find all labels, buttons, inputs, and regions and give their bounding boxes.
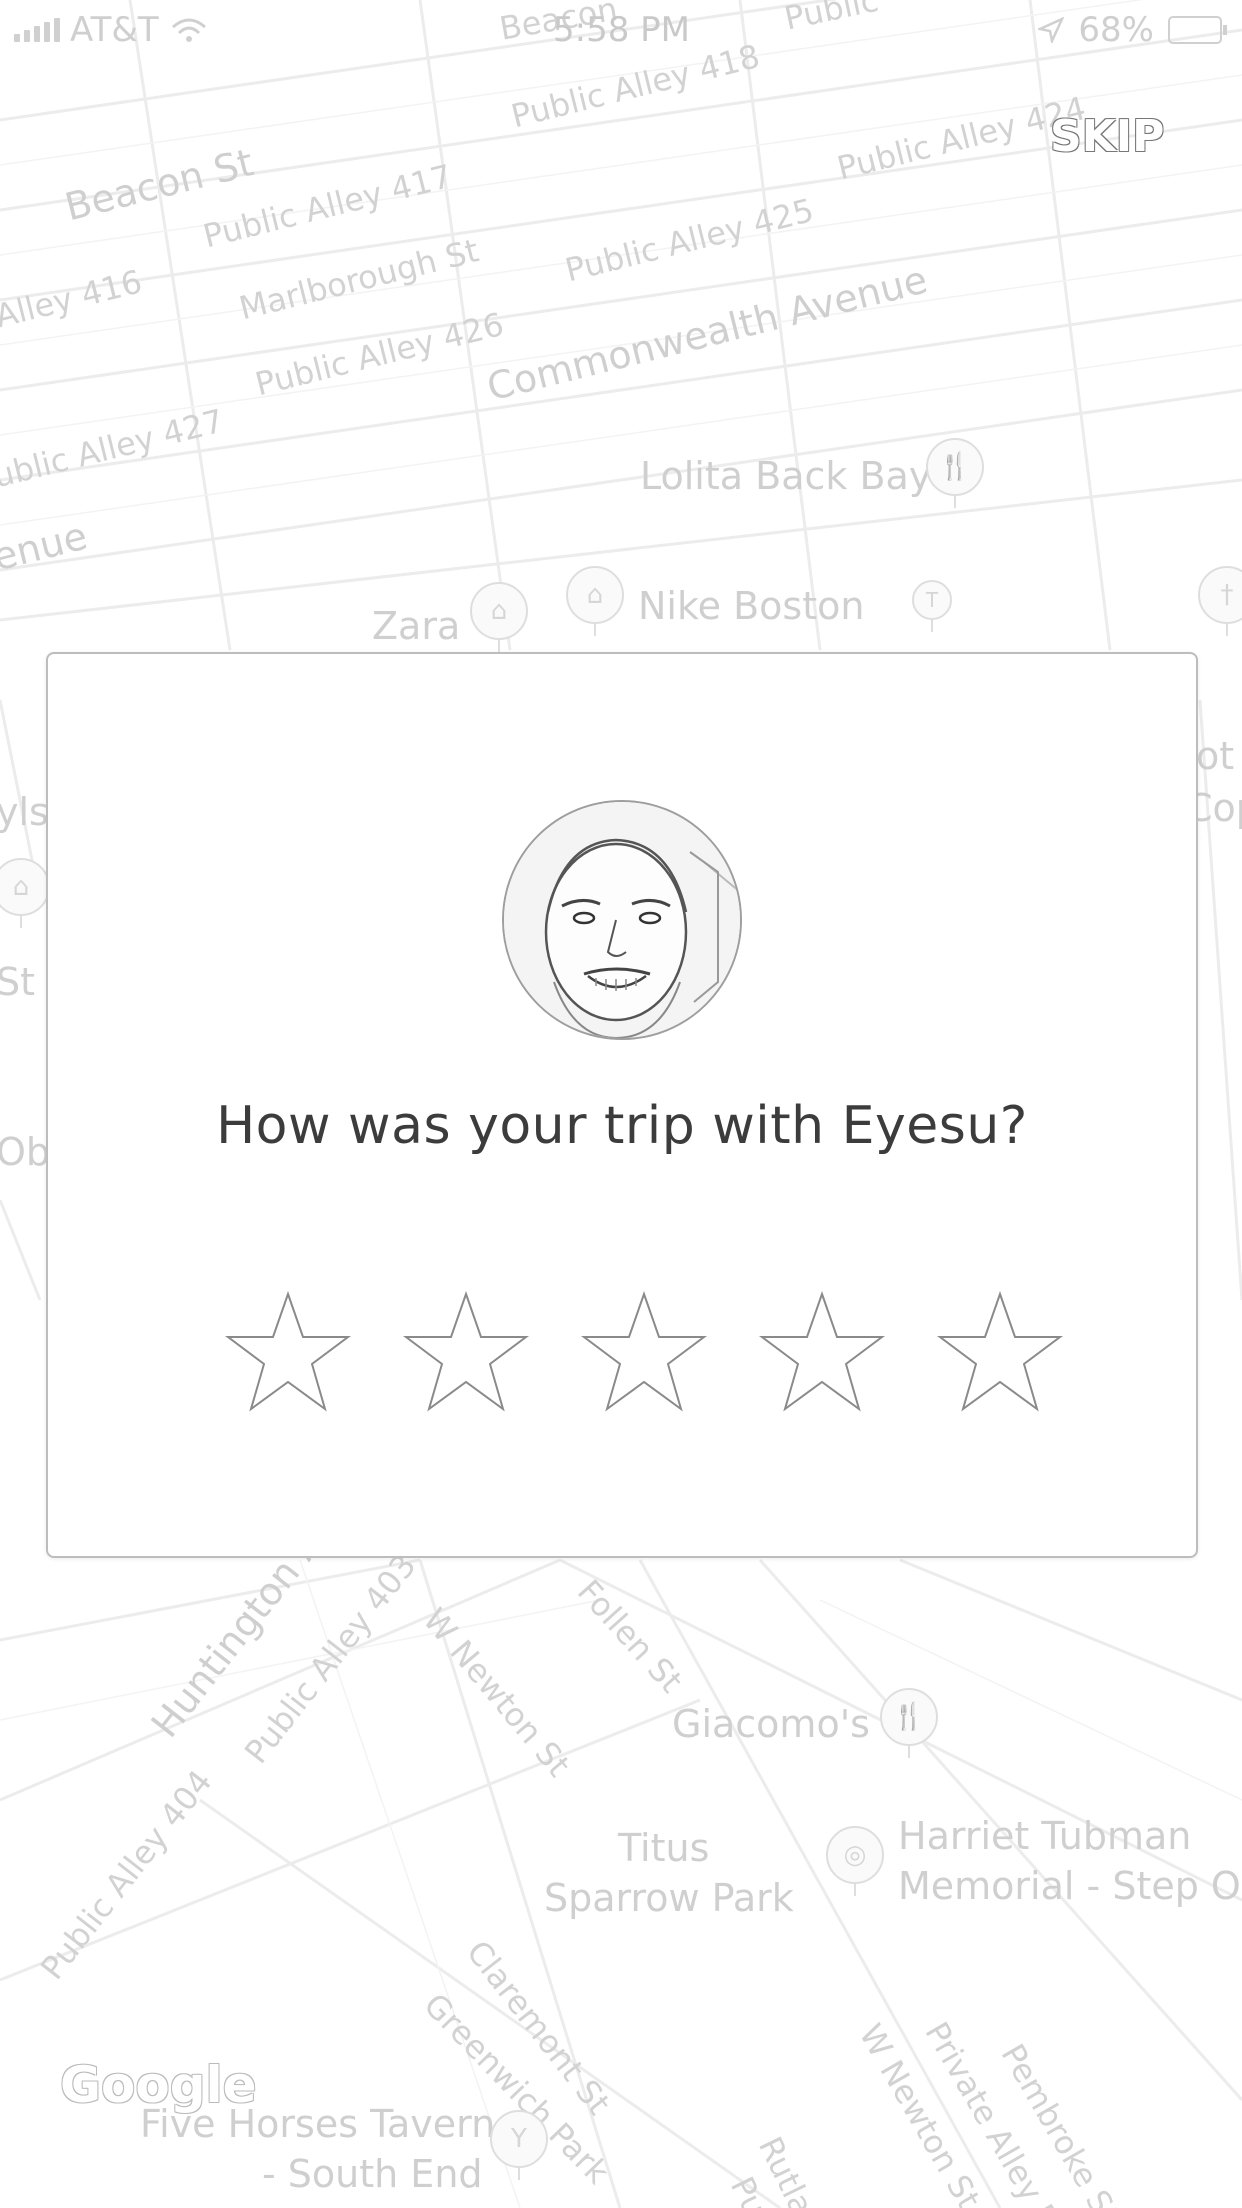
location-arrow-icon bbox=[1038, 17, 1065, 43]
cocktail-icon[interactable]: Y bbox=[490, 2110, 548, 2168]
carrier-name: AT&T bbox=[70, 10, 159, 50]
rating-card: How was your trip with Eyesu? bbox=[46, 652, 1198, 1558]
status-right: 68% bbox=[1038, 10, 1227, 50]
driver-avatar bbox=[502, 800, 742, 1040]
wifi-icon bbox=[171, 18, 206, 42]
clock: 5:58 PM bbox=[553, 10, 690, 50]
map-label: Nike Boston bbox=[638, 584, 865, 628]
map-label: St bbox=[0, 960, 36, 1004]
map-label: Titus bbox=[618, 1826, 710, 1870]
battery-percent: 68% bbox=[1078, 10, 1154, 50]
driver-photo bbox=[504, 802, 740, 1038]
star-5-icon[interactable] bbox=[936, 1290, 1064, 1414]
fork-knife-icon[interactable]: 🍴 bbox=[926, 438, 984, 496]
map-label: - South End bbox=[262, 2152, 483, 2196]
star-4-icon[interactable] bbox=[758, 1290, 886, 1414]
star-2-icon[interactable] bbox=[402, 1290, 530, 1414]
battery-icon bbox=[1168, 16, 1227, 44]
shopping-bag-icon[interactable]: ⌂ bbox=[566, 566, 624, 624]
transit-icon[interactable]: T bbox=[912, 580, 952, 620]
map-label: Sparrow Park bbox=[544, 1876, 794, 1920]
map-label: Harriet Tubman bbox=[898, 1814, 1192, 1858]
skip-button[interactable]: SKIP bbox=[1050, 106, 1180, 166]
map-label: yls bbox=[0, 790, 49, 834]
map-label: ot bbox=[1196, 734, 1235, 778]
map-label: Giacomo's bbox=[672, 1702, 870, 1746]
camera-icon[interactable]: ◎ bbox=[826, 1826, 884, 1884]
fork-knife-icon[interactable]: 🍴 bbox=[880, 1688, 938, 1746]
map-label: Memorial - Step On bbox=[898, 1864, 1242, 1908]
star-3-icon[interactable] bbox=[580, 1290, 708, 1414]
rating-question: How was your trip with Eyesu? bbox=[216, 1096, 1028, 1156]
carrier: AT&T bbox=[14, 10, 209, 50]
map-label: Lolita Back Bay bbox=[640, 454, 932, 498]
star-rating bbox=[224, 1290, 1064, 1420]
status-bar: AT&T 5:58 PM 68% bbox=[0, 0, 1242, 60]
star-1-icon[interactable] bbox=[224, 1290, 352, 1414]
shopping-bag-icon[interactable]: ⌂ bbox=[470, 582, 528, 640]
map-label: Zara bbox=[372, 604, 461, 648]
signal-icon bbox=[14, 18, 60, 42]
google-logo: Google bbox=[60, 2056, 257, 2114]
